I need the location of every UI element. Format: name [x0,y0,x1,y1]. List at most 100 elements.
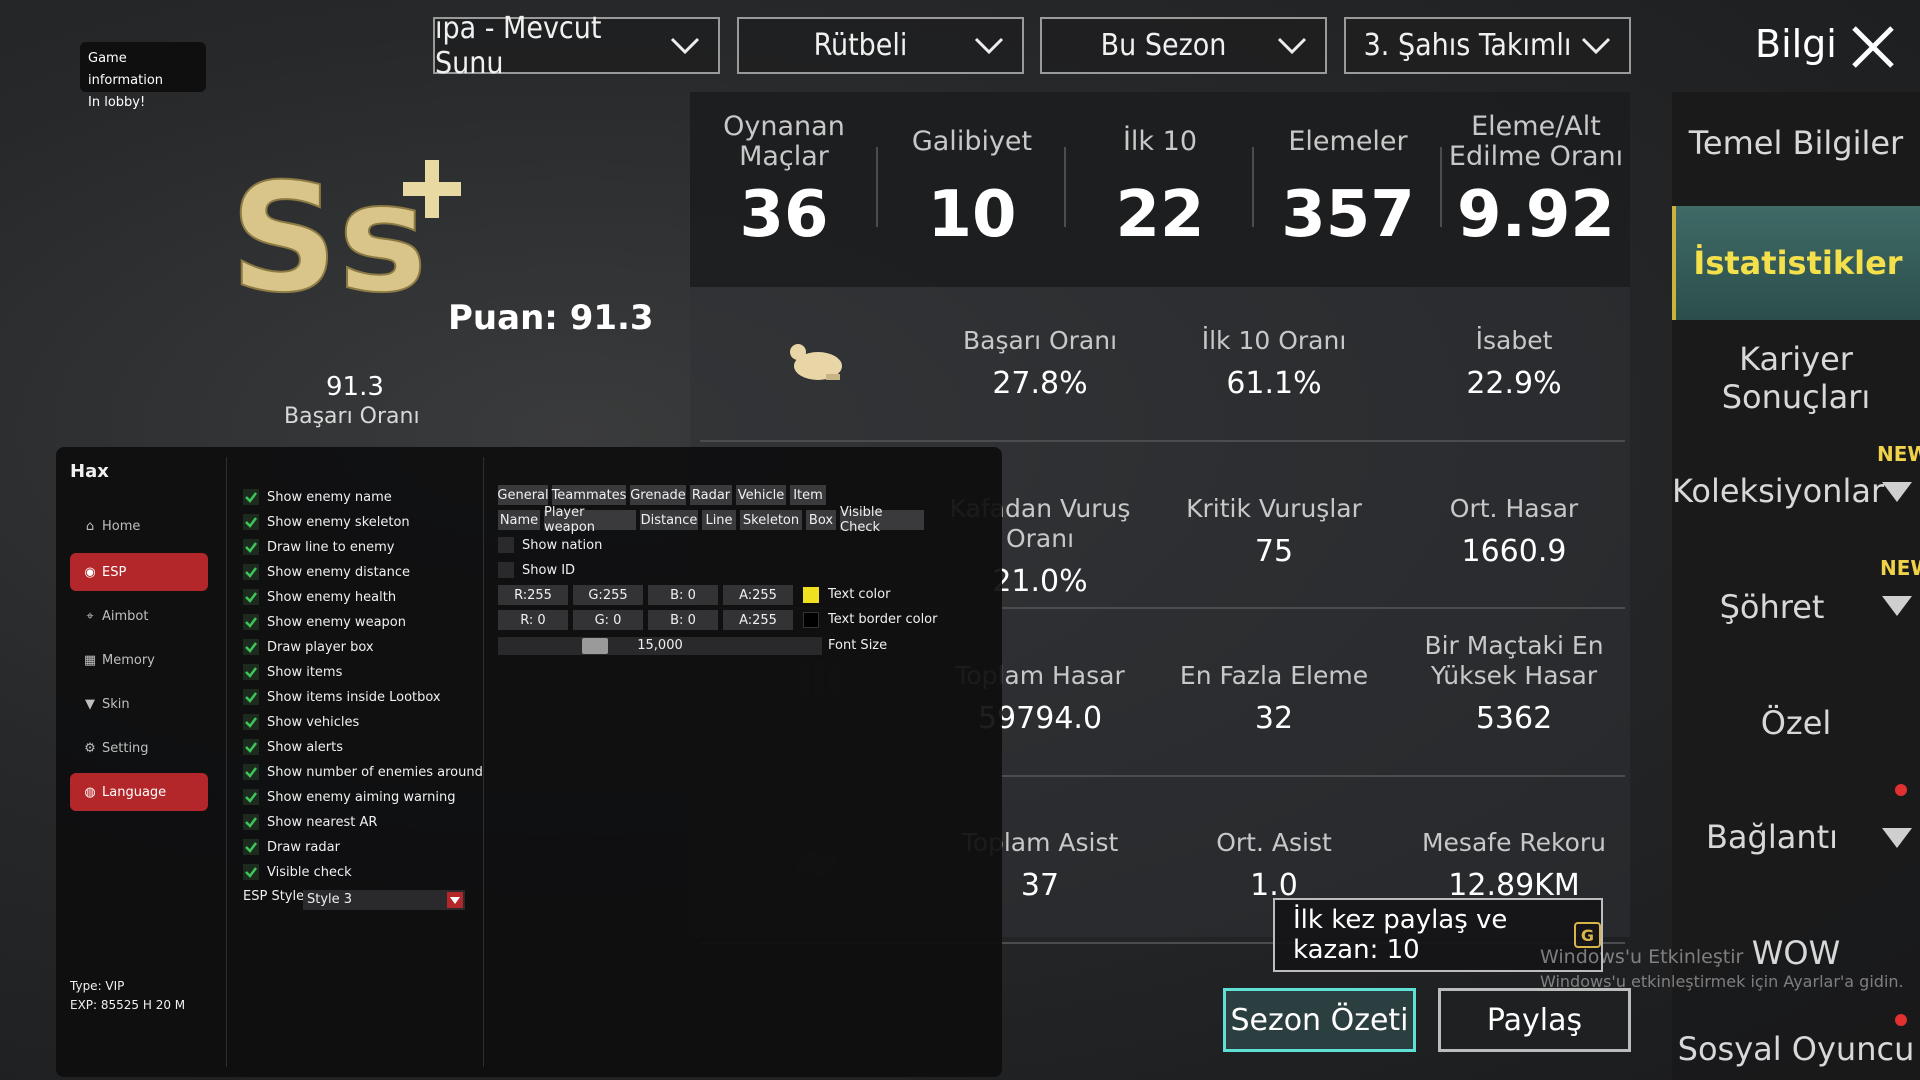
border-color-a[interactable]: A:255 [723,610,793,630]
checkbox-checked-icon[interactable] [243,564,259,580]
checkbox-checked-icon[interactable] [243,764,259,780]
server-dropdown[interactable]: ıpa - Mevcut Sunu [433,11,720,81]
perspective-dropdown[interactable]: 3. Şahıs Takımlı [1344,17,1631,74]
season-summary-button[interactable]: Sezon Özeti [1223,988,1416,1052]
border-color-g[interactable]: G: 0 [573,610,643,630]
option-show-alerts[interactable]: Show alerts [243,737,343,757]
sidebar-item-special[interactable]: Özel [1672,704,1920,742]
option-nearest-ar[interactable]: Show nearest AR [243,812,377,832]
sidebar-item-career[interactable]: Kariyer Sonuçları [1672,340,1920,416]
nav-language[interactable]: ◍ Language [70,773,208,811]
nav-skin[interactable]: ▼ Skin [70,685,208,723]
chevron-down-icon[interactable] [1882,828,1912,848]
stat-value: 61.1% [1226,366,1322,401]
tab-vehicle[interactable]: Vehicle [736,485,786,505]
option-show-distance[interactable]: Show enemy distance [243,562,410,582]
option-lootbox-items[interactable]: Show items inside Lootbox [243,687,441,707]
checkbox-unchecked-icon[interactable] [498,537,514,553]
checkbox-checked-icon[interactable] [243,589,259,605]
tab-visible-check[interactable]: Visible Check [840,505,924,535]
checkbox-checked-icon[interactable] [243,864,259,880]
sidebar-item-connection[interactable]: Bağlantı [1672,818,1872,856]
option-label: Show alerts [267,739,344,755]
tab-general[interactable]: General [497,485,549,505]
checkbox-checked-icon[interactable] [243,739,259,755]
option-show-items[interactable]: Show items [243,662,342,682]
option-label: Visible check [267,864,352,880]
hax-panel: Hax ⌂ Home ◉ ESP ⌖ Aimbot ▦ Memory ▼ Skin ⚙ Se… [56,447,1002,1077]
option-show-id[interactable]: Show ID [498,560,575,580]
checkbox-checked-icon[interactable] [243,839,259,855]
tab-item[interactable]: Item [790,485,826,505]
border-color-b[interactable]: B: 0 [648,610,718,630]
option-enemies-around[interactable]: Show number of enemies around [243,762,483,782]
text-color-b[interactable]: B: 0 [648,585,718,605]
checkbox-checked-icon[interactable] [243,539,259,555]
nav-setting[interactable]: ⚙ Setting [70,729,208,767]
border-color-swatch[interactable] [803,612,819,628]
tab-name[interactable]: Name [498,510,540,530]
tab-line[interactable]: Line [702,510,736,530]
font-size-slider[interactable]: 15,000 [498,637,822,655]
close-icon[interactable] [1850,24,1896,70]
option-label: Show enemy name [267,489,392,505]
nav-home[interactable]: ⌂ Home [70,507,208,545]
text-color-g[interactable]: G:255 [573,585,643,605]
sidebar-item-collections[interactable]: Koleksiyonlar [1672,472,1884,510]
sidebar-item-fame[interactable]: Şöhret [1672,588,1872,626]
text-color-r[interactable]: R:255 [498,585,568,605]
checkbox-checked-icon[interactable] [243,714,259,730]
sidebar-item-statistics[interactable]: İstatistikler [1672,206,1920,320]
checkbox-checked-icon[interactable] [243,639,259,655]
checkbox-checked-icon[interactable] [243,814,259,830]
checkbox-unchecked-icon[interactable] [498,562,514,578]
text-color-a[interactable]: A:255 [723,585,793,605]
option-show-weapon[interactable]: Show enemy weapon [243,612,406,632]
tab-box[interactable]: Box [806,510,836,530]
option-visible-check[interactable]: Visible check [243,862,352,882]
chevron-down-icon[interactable] [1882,482,1912,502]
dropdown-arrow-icon[interactable] [447,892,463,908]
option-show-enemy-skeleton[interactable]: Show enemy skeleton [243,512,410,532]
season-dropdown[interactable]: Bu Sezon [1040,17,1327,74]
esp-style-select[interactable]: Style 3 [303,890,465,910]
mode-dropdown[interactable]: Rütbeli [737,17,1024,74]
checkbox-checked-icon[interactable] [243,664,259,680]
checkbox-checked-icon[interactable] [243,514,259,530]
stat-label: Ort. Hasar [1449,494,1579,523]
tab-radar[interactable]: Radar [690,485,732,505]
option-player-box[interactable]: Draw player box [243,637,374,657]
chevron-down-icon[interactable] [1882,596,1912,616]
checkbox-checked-icon[interactable] [243,614,259,630]
option-draw-radar[interactable]: Draw radar [243,837,340,857]
checkbox-checked-icon[interactable] [243,789,259,805]
tab-teammates[interactable]: Teammates [552,485,626,505]
esp-style-label: ESP Style [243,889,305,904]
option-show-enemy-name[interactable]: Show enemy name [243,487,392,507]
nav-label: Skin [102,696,130,712]
sidebar-item-basic-info[interactable]: Temel Bilgiler [1672,124,1920,162]
nav-memory[interactable]: ▦ Memory [70,641,208,679]
checkbox-checked-icon[interactable] [243,689,259,705]
checkbox-checked-icon[interactable] [243,489,259,505]
rating-value: 91.3 [326,372,384,402]
option-label: Show enemy skeleton [267,514,410,530]
share-button[interactable]: Paylaş [1438,988,1631,1052]
sidebar-item-social[interactable]: Sosyal Oyuncu [1672,1030,1920,1068]
option-aiming-warning[interactable]: Show enemy aiming warning [243,787,455,807]
tab-distance[interactable]: Distance [640,510,698,530]
top-stats-panel: Oynanan Maçlar 36 Galibiyet 10 İlk 10 22… [690,92,1630,287]
tab-player-weapon[interactable]: Player weapon [544,505,636,535]
option-show-vehicles[interactable]: Show vehicles [243,712,359,732]
option-draw-line[interactable]: Draw line to enemy [243,537,394,557]
nav-esp[interactable]: ◉ ESP [70,553,208,591]
tab-grenade[interactable]: Grenade [630,485,686,505]
text-color-swatch[interactable] [803,587,819,603]
nav-aimbot[interactable]: ⌖ Aimbot [70,597,208,635]
option-show-health[interactable]: Show enemy health [243,587,396,607]
option-show-nation[interactable]: Show nation [498,535,602,555]
font-size-value: 15,000 [637,638,683,653]
stat-label: İlk 10 Oranı [1201,326,1347,355]
border-color-r[interactable]: R: 0 [498,610,568,630]
tab-skeleton[interactable]: Skeleton [740,510,802,530]
